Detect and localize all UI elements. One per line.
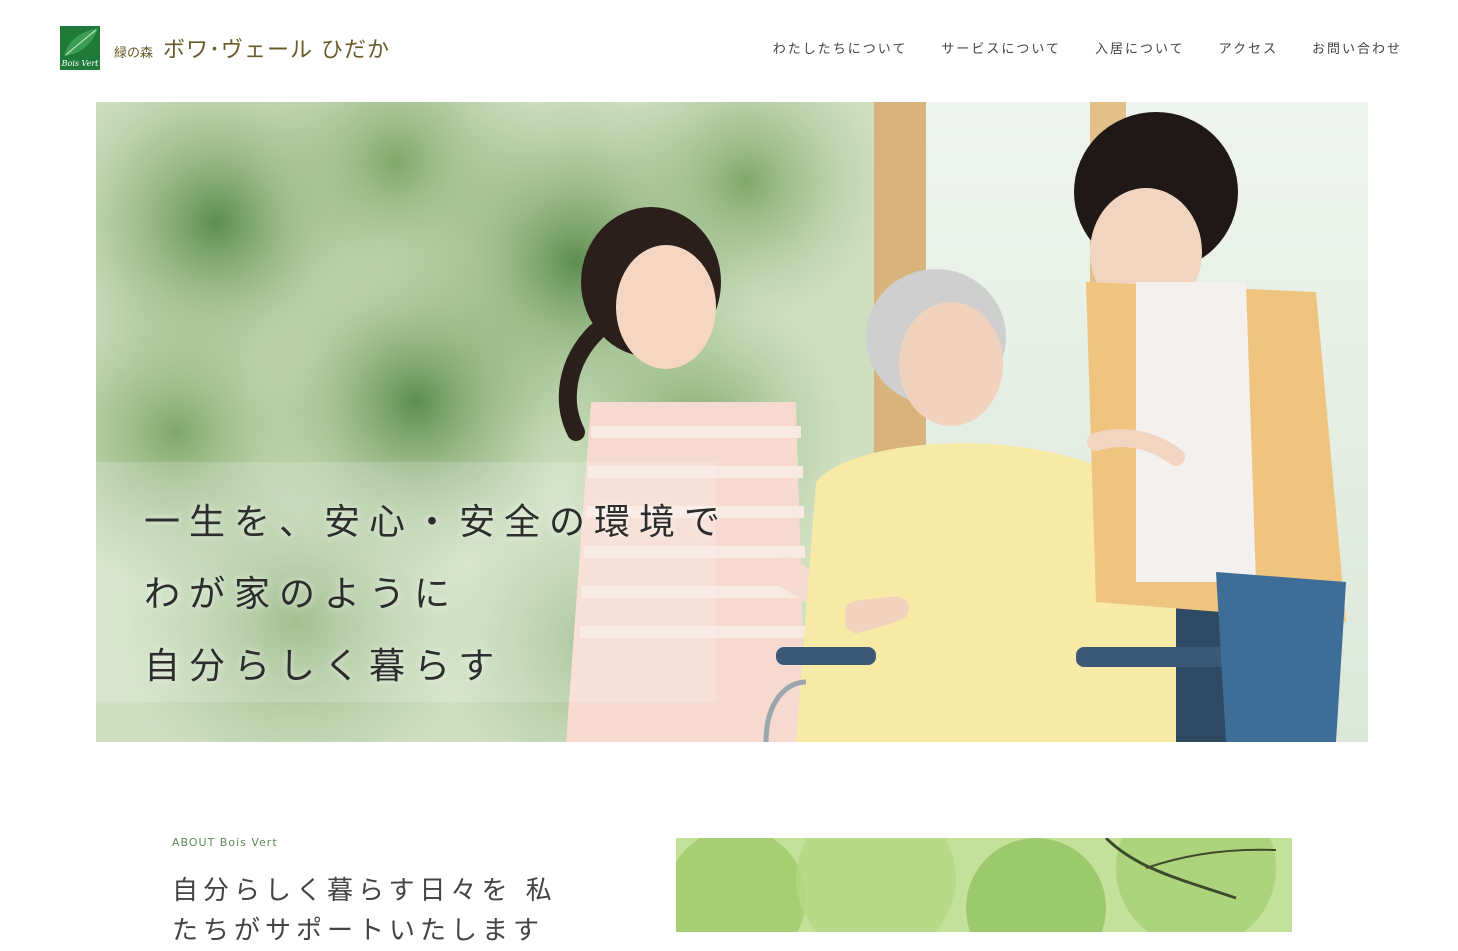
tree-photo <box>676 838 1292 932</box>
about-photo <box>676 838 1292 932</box>
about-section: ABOUT Bois Vert 自分らしく暮らす日々を 私たちがサポートいたしま… <box>172 836 572 951</box>
nav-item-admission[interactable]: 入居について <box>1095 38 1185 57</box>
hero-copy: 一生を、安心・安全の環境で わが家のように 自分らしく暮らす <box>144 487 729 703</box>
nav-item-about[interactable]: わたしたちについて <box>773 38 908 57</box>
nav-item-contact[interactable]: お問い合わせ <box>1312 38 1402 57</box>
site-header: Bois Vert 緑の森 ボワ･ヴェール ひだか わたしたちについて サービス… <box>0 0 1458 100</box>
logo-name: ボワ･ヴェール ひだか <box>163 38 391 63</box>
about-heading: 自分らしく暮らす日々を 私たちがサポートいたします <box>172 876 557 946</box>
hero-line-3: 自分らしく暮らす <box>144 646 504 687</box>
nav-item-services[interactable]: サービスについて <box>941 38 1061 57</box>
bois-vert-logo-mark: Bois Vert <box>60 26 100 70</box>
main-nav: わたしたちについて サービスについて 入居について アクセス お問い合わせ <box>773 38 1402 57</box>
nav-item-access[interactable]: アクセス <box>1219 38 1278 57</box>
hero-line-2: わが家のように <box>144 574 460 615</box>
logo-subtitle: 緑の森 <box>114 45 154 61</box>
hero-image: 一生を、安心・安全の環境で わが家のように 自分らしく暮らす <box>96 102 1368 742</box>
about-label: ABOUT Bois Vert <box>172 836 278 849</box>
logo-mark-text: Bois Vert <box>61 59 99 68</box>
hero-line-1: 一生を、安心・安全の環境で <box>144 502 730 543</box>
site-logo[interactable]: Bois Vert 緑の森 ボワ･ヴェール ひだか <box>60 26 390 70</box>
